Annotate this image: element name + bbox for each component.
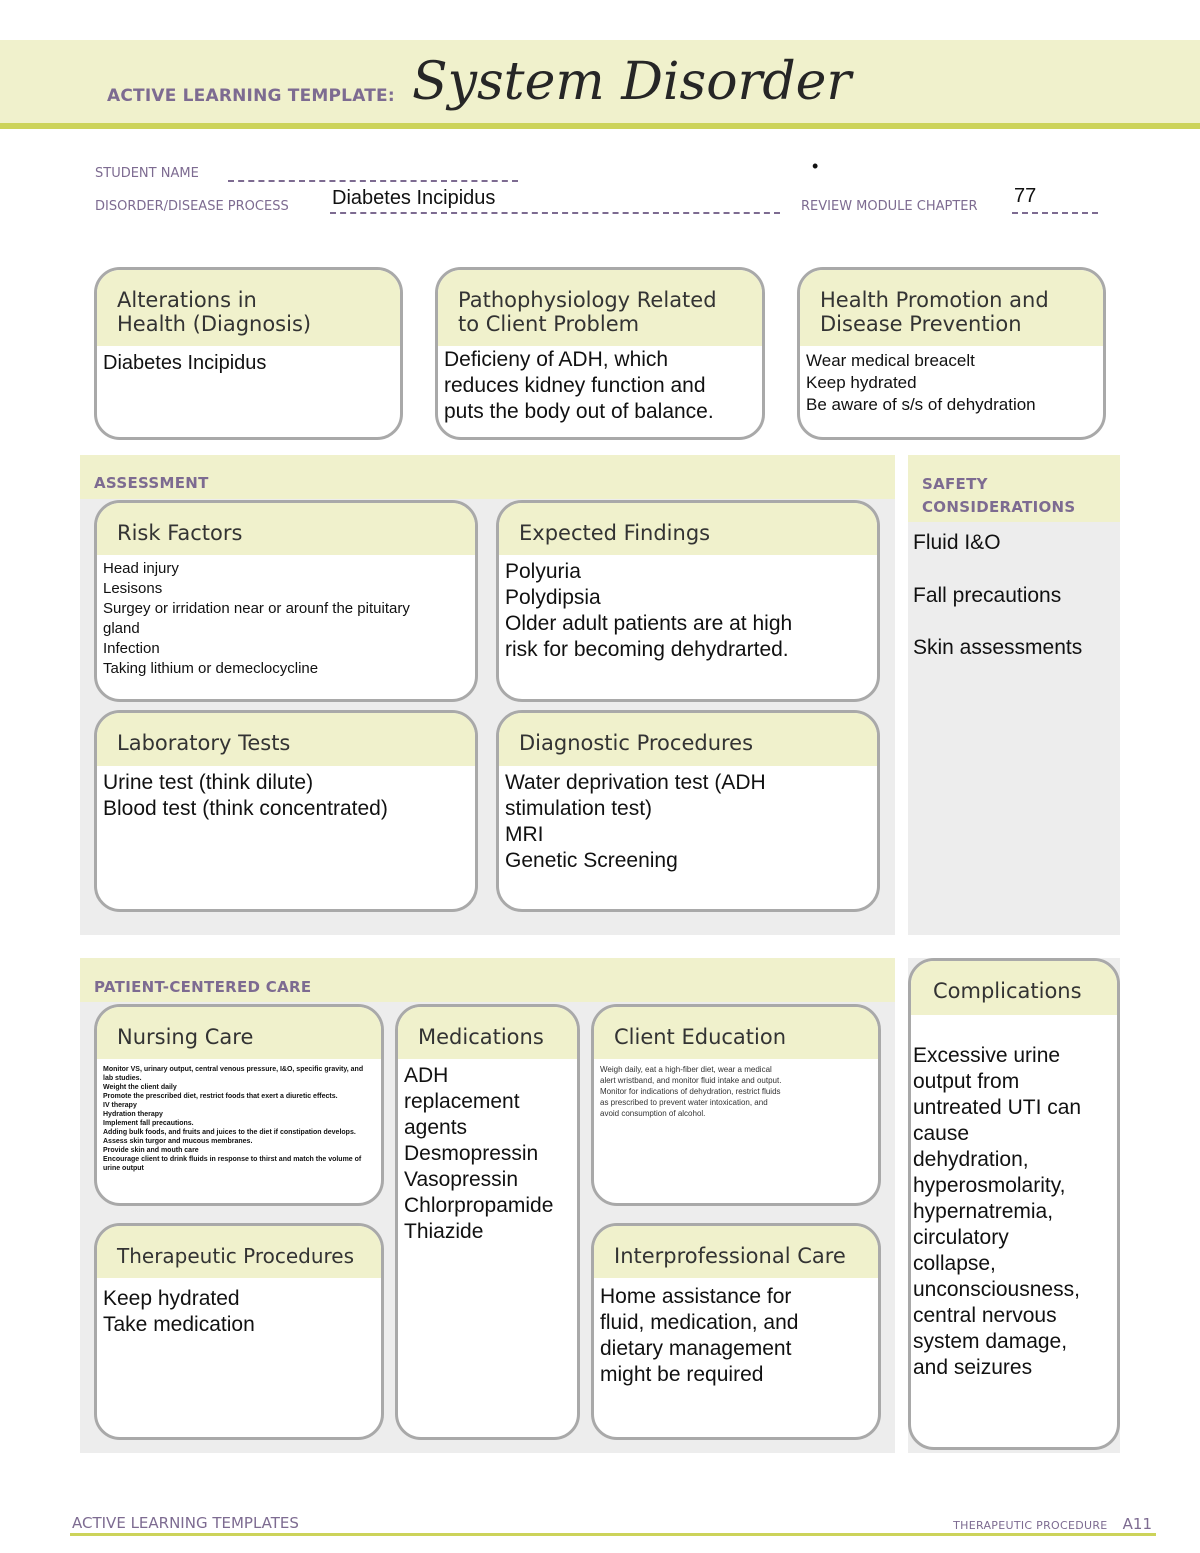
card-body[interactable]: Head injury Lesisons Surgey or irridatio… <box>97 555 475 683</box>
card-body[interactable]: Weigh daily, eat a high-fiber diet, wear… <box>594 1059 878 1123</box>
card-title: Medications <box>398 1007 577 1059</box>
card-title: Expected Findings <box>499 503 877 555</box>
card-expected-findings: Expected Findings Polyuria Polydipsia Ol… <box>496 500 880 702</box>
card-alterations-in-health: Alterations in Health (Diagnosis) Diabet… <box>94 267 403 440</box>
card-interprofessional-care: Interprofessional Care Home assistance f… <box>591 1223 881 1440</box>
card-title: Client Education <box>594 1007 878 1059</box>
review-module-label: REVIEW MODULE CHAPTER <box>801 199 978 214</box>
footer-section-label: THERAPEUTIC PROCEDURE <box>953 1519 1108 1532</box>
card-title: Pathophysiology Related to Client Proble… <box>438 270 762 346</box>
template-label: ACTIVE LEARNING TEMPLATE: <box>107 86 395 106</box>
card-body[interactable]: Monitor VS, urinary output, central veno… <box>97 1059 381 1177</box>
card-title: Health Promotion and Disease Prevention <box>800 270 1103 346</box>
card-body[interactable]: Urine test (think dilute) Blood test (th… <box>97 766 475 826</box>
card-laboratory-tests: Laboratory Tests Urine test (think dilut… <box>94 710 478 912</box>
card-body[interactable]: Wear medical breacelt Keep hydrated Be a… <box>800 346 1103 420</box>
review-module-value: 77 <box>1014 185 1037 207</box>
safety-item[interactable]: Fluid I&O <box>913 531 1001 555</box>
stray-mark: • <box>812 156 819 176</box>
page-title: System Disorder <box>412 52 852 112</box>
card-title: Interprofessional Care <box>594 1226 878 1278</box>
page-number: A11 <box>1122 1515 1152 1533</box>
patient-care-label: PATIENT-CENTERED CARE <box>94 978 312 996</box>
disorder-field[interactable]: Diabetes Incipidus <box>330 187 780 214</box>
footer-title: ACTIVE LEARNING TEMPLATES <box>72 1514 299 1532</box>
card-body[interactable]: ADH replacement agents Desmopressin Vaso… <box>398 1059 577 1249</box>
card-medications: Medications ADH replacement agents Desmo… <box>395 1004 580 1440</box>
student-name-label: STUDENT NAME <box>95 166 199 181</box>
card-pathophysiology: Pathophysiology Related to Client Proble… <box>435 267 765 440</box>
card-health-promotion: Health Promotion and Disease Prevention … <box>797 267 1106 440</box>
card-title: Risk Factors <box>97 503 475 555</box>
card-title: Therapeutic Procedures <box>97 1226 381 1278</box>
card-diagnostic-procedures: Diagnostic Procedures Water deprivation … <box>496 710 880 912</box>
header-rule <box>0 123 1200 129</box>
disorder-label: DISORDER/DISEASE PROCESS <box>95 199 289 214</box>
card-body[interactable]: Water deprivation test (ADH stimulation … <box>499 766 877 878</box>
disorder-value: Diabetes Incipidus <box>332 187 496 209</box>
card-client-education: Client Education Weigh daily, eat a high… <box>591 1004 881 1206</box>
assessment-label: ASSESSMENT <box>94 474 209 492</box>
card-title: Nursing Care <box>97 1007 381 1059</box>
footer-rule <box>70 1533 1156 1536</box>
student-name-field[interactable] <box>228 166 518 182</box>
card-risk-factors: Risk Factors Head injury Lesisons Surgey… <box>94 500 478 702</box>
card-body[interactable]: Polyuria Polydipsia Older adult patients… <box>499 555 877 667</box>
card-body[interactable]: Home assistance for fluid, medication, a… <box>594 1278 878 1392</box>
safety-item[interactable]: Skin assessments <box>913 636 1082 660</box>
safety-label: SAFETY CONSIDERATIONS <box>922 475 1076 516</box>
card-therapeutic-procedures: Therapeutic Procedures Keep hydrated Tak… <box>94 1223 384 1440</box>
footer-section: THERAPEUTIC PROCEDURE A11 <box>953 1514 1152 1533</box>
safety-panel <box>908 455 1120 935</box>
card-complications: Complications Excessive urine output fro… <box>908 958 1120 1450</box>
card-title: Laboratory Tests <box>97 713 475 766</box>
card-nursing-care: Nursing Care Monitor VS, urinary output,… <box>94 1004 384 1206</box>
card-title: Alterations in Health (Diagnosis) <box>97 270 400 346</box>
card-body[interactable]: Keep hydrated Take medication <box>97 1278 381 1342</box>
card-title: Diagnostic Procedures <box>499 713 877 766</box>
review-module-field[interactable]: 77 <box>1012 185 1098 214</box>
card-body[interactable]: Excessive urine output from untreated UT… <box>911 1015 1117 1385</box>
safety-item[interactable]: Fall precautions <box>913 584 1061 608</box>
card-title: Complications <box>911 961 1117 1015</box>
card-body[interactable]: Deficieny of ADH, which reduces kidney f… <box>438 346 762 429</box>
card-body[interactable]: Diabetes Incipidus <box>97 346 400 380</box>
